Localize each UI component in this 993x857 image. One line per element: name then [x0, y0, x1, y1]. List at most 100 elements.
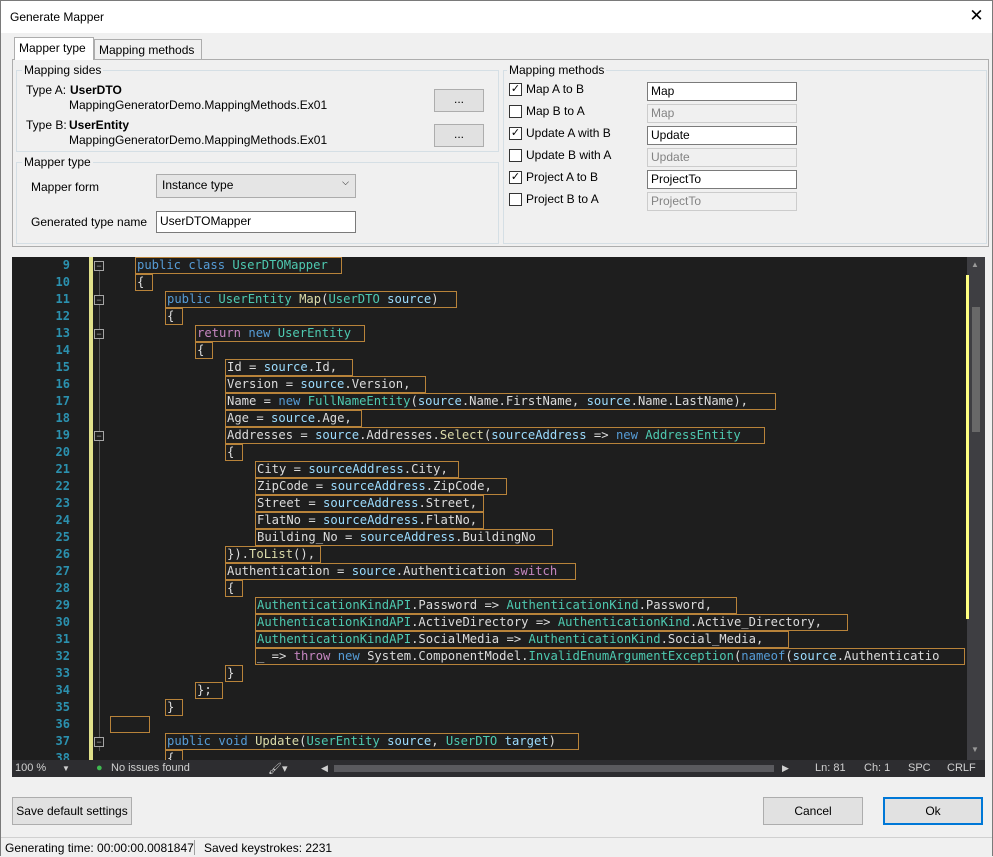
generated-type-name-label: Generated type name	[31, 215, 148, 229]
line-number: 10	[55, 275, 70, 289]
browse-type-a-button[interactable]: ...	[434, 89, 484, 112]
scroll-left-icon[interactable]: ◀	[321, 763, 328, 774]
line-position: Ln: 81	[815, 762, 846, 774]
line-number: 32	[55, 649, 70, 663]
update-a-with-b-checkbox[interactable]: ✓	[509, 127, 522, 140]
project-b-to-a-label: Project B to A	[526, 192, 599, 206]
update-b-with-a-checkbox[interactable]	[509, 149, 522, 162]
fold-toggle-icon[interactable]: −	[94, 431, 104, 441]
status-bar: Generating time: 00:00:00.0081847 Saved …	[1, 837, 992, 857]
close-icon[interactable]: ✕	[961, 1, 992, 31]
scroll-right-icon[interactable]: ▶	[782, 763, 789, 774]
whitespace-mode[interactable]: SPC	[908, 762, 931, 774]
project-a-to-b-name-input[interactable]: ProjectTo	[647, 170, 797, 189]
structure-highlight-box	[255, 597, 737, 614]
status-divider	[194, 840, 195, 855]
line-number-gutter: 9 10 11 12 13 14 15 16 17 18 19 20 21 22 23 24 25 26 27 28 2…	[12, 257, 92, 765]
editor-status-bar: 100 % ▼ ● No issues found 🖌▾ ◀ ▶ Ln: 81 …	[12, 760, 985, 777]
tab-mapper-type[interactable]: Mapper type	[14, 37, 94, 60]
ok-button[interactable]: Ok	[883, 797, 983, 825]
structure-highlight-box	[225, 427, 765, 444]
vertical-scrollbar[interactable]: ▲ ▼	[967, 257, 985, 760]
mapping-sides-title: Mapping sides	[22, 63, 104, 77]
mapping-methods-title: Mapping methods	[507, 63, 607, 77]
mapper-form-select[interactable]: Instance type ⌵	[156, 174, 356, 198]
fold-toggle-icon[interactable]: −	[94, 329, 104, 339]
line-number: 33	[55, 666, 70, 680]
line-number: 36	[55, 717, 70, 731]
structure-highlight-box	[255, 495, 484, 512]
browse-type-b-button[interactable]: ...	[434, 124, 484, 147]
scroll-up-icon[interactable]: ▲	[971, 260, 979, 269]
horizontal-scrollbar-thumb[interactable]	[334, 765, 774, 772]
update-a-with-b-name-input[interactable]: Update	[647, 126, 797, 145]
fold-toggle-icon[interactable]: −	[94, 261, 104, 271]
project-a-to-b-checkbox[interactable]: ✓	[509, 171, 522, 184]
structure-highlight-box	[225, 410, 362, 427]
structure-highlight-box	[110, 716, 150, 733]
generating-time: Generating time: 00:00:00.0081847	[5, 841, 194, 855]
cleanup-brush-icon[interactable]: 🖌▾	[268, 762, 288, 775]
line-number: 23	[55, 496, 70, 510]
line-number: 31	[55, 632, 70, 646]
issues-status: No issues found	[111, 762, 190, 774]
char-position: Ch: 1	[864, 762, 891, 774]
map-a-to-b-name-input[interactable]: Map	[647, 82, 797, 101]
line-number: 29	[55, 598, 70, 612]
scroll-down-icon[interactable]: ▼	[971, 745, 979, 754]
map-b-to-a-label: Map B to A	[526, 104, 585, 118]
structure-highlight-box	[255, 614, 848, 631]
structure-highlight-box	[195, 682, 223, 699]
line-number: 24	[55, 513, 70, 527]
scrollbar-thumb[interactable]	[972, 307, 980, 432]
type-b-label: Type B:	[26, 118, 67, 132]
saved-keystrokes: Saved keystrokes: 2231	[204, 841, 333, 855]
project-b-to-a-checkbox[interactable]	[509, 193, 522, 206]
map-b-to-a-checkbox[interactable]	[509, 105, 522, 118]
project-b-to-a-name-input: ProjectTo	[647, 192, 797, 211]
chevron-down-icon: ⌵	[342, 177, 349, 187]
line-number: 15	[55, 360, 70, 374]
cancel-button[interactable]: Cancel	[763, 797, 863, 825]
tab-mapping-methods[interactable]: Mapping methods	[94, 39, 202, 60]
type-a-label: Type A:	[26, 83, 67, 97]
line-number: 27	[55, 564, 70, 578]
window-title: Generate Mapper	[10, 10, 105, 24]
update-a-with-b-label: Update A with B	[526, 126, 611, 140]
save-default-settings-button[interactable]: Save default settings	[12, 797, 132, 825]
structure-highlight-box	[135, 274, 153, 291]
generated-type-name-input[interactable]: UserDTOMapper	[156, 211, 356, 233]
fold-toggle-icon[interactable]: −	[94, 737, 104, 747]
type-b-namespace: MappingGeneratorDemo.MappingMethods.Ex01	[69, 133, 328, 147]
line-number: 35	[55, 700, 70, 714]
project-a-to-b-label: Project A to B	[526, 170, 599, 184]
fold-toggle-icon[interactable]: −	[94, 295, 104, 305]
structure-highlight-box	[225, 563, 576, 580]
line-number: 37	[55, 734, 70, 748]
line-number: 21	[55, 462, 70, 476]
change-indicator-bar	[89, 257, 93, 760]
line-number: 30	[55, 615, 70, 629]
structure-highlight-box	[255, 461, 459, 478]
structure-highlight-box	[225, 665, 243, 682]
type-b-name: UserEntity	[69, 118, 130, 132]
map-a-to-b-checkbox[interactable]: ✓	[509, 83, 522, 96]
zoom-dropdown-icon[interactable]: ▼	[62, 764, 70, 773]
mapper-form-label: Mapper form	[31, 180, 100, 194]
code-editor[interactable]: 9 10 11 12 13 14 15 16 17 18 19 20 21 22 23 24 25 26 27 28 2…	[12, 257, 985, 777]
line-number: 28	[55, 581, 70, 595]
line-number: 19	[55, 428, 70, 442]
structure-highlight-box	[225, 444, 243, 461]
structure-highlight-box	[165, 308, 183, 325]
structure-highlight-box	[255, 478, 507, 495]
structure-highlight-box	[225, 580, 243, 597]
line-number: 16	[55, 377, 70, 391]
zoom-level[interactable]: 100 %	[15, 762, 46, 774]
line-number: 34	[55, 683, 70, 697]
map-a-to-b-label: Map A to B	[526, 82, 585, 96]
line-number: 18	[55, 411, 70, 425]
structure-highlight-box	[135, 257, 342, 274]
line-number: 11	[55, 292, 70, 306]
update-b-with-a-label: Update B with A	[526, 148, 612, 162]
line-ending-mode[interactable]: CRLF	[947, 762, 976, 774]
